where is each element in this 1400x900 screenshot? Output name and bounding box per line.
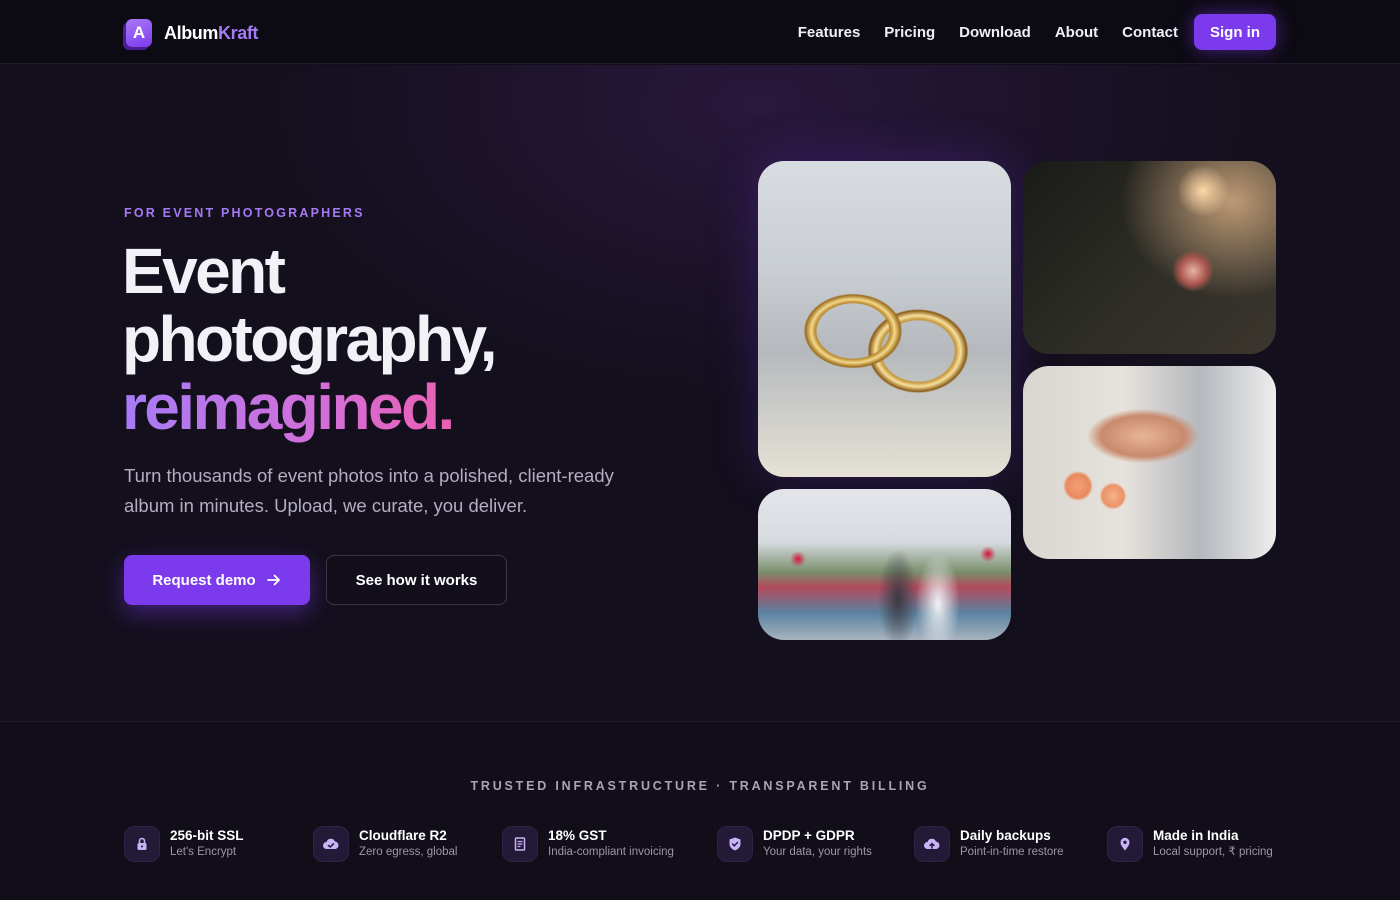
top-navbar: A AlbumKraft Features Pricing Download A… [0, 0, 1400, 64]
nav-link-pricing[interactable]: Pricing [884, 24, 935, 41]
badge-title: DPDP + GDPR [763, 828, 855, 843]
hero-section: FOR EVENT PHOTOGRAPHERS Event photograph… [0, 65, 1400, 721]
couple-hands-photo [1023, 366, 1276, 559]
badge-title: Made in India [1153, 828, 1239, 843]
badge-subtitle: Your data, your rights [763, 846, 872, 858]
see-how-it-works-button[interactable]: See how it works [326, 555, 507, 605]
hero-eyebrow: FOR EVENT PHOTOGRAPHERS [124, 206, 365, 220]
headline-accent: reimagined. [122, 371, 455, 443]
wedding-rings-photo [758, 161, 1011, 477]
lock-icon [124, 826, 160, 862]
badge-title: Daily backups [960, 828, 1051, 843]
brand-name-part2: Kraft [218, 22, 259, 43]
badge-subtitle: India-compliant invoicing [548, 846, 674, 858]
trust-badge-made-in-india: Made in India Local support, ₹ pricing [1107, 825, 1273, 863]
shield-check-icon [717, 826, 753, 862]
nav-link-download[interactable]: Download [959, 24, 1031, 41]
logo-mark-icon: A [126, 19, 152, 47]
arrow-right-icon [266, 574, 280, 586]
hero-subtitle: Turn thousands of event photos into a po… [124, 465, 614, 516]
headline-line-1: Event [122, 235, 286, 307]
request-demo-label: Request demo [152, 571, 256, 589]
badge-title: 256-bit SSL [170, 828, 244, 843]
brand-logo[interactable]: A AlbumKraft [126, 18, 258, 48]
nav-link-about[interactable]: About [1055, 24, 1098, 41]
trust-badge-cloudflare: Cloudflare R2 Zero egress, global [313, 825, 457, 863]
trust-badge-gst: 18% GST India-compliant invoicing [502, 825, 674, 863]
brand-name: AlbumKraft [164, 23, 258, 44]
nav-links: Features Pricing Download About Contact … [798, 14, 1276, 50]
badge-subtitle: Let's Encrypt [170, 846, 237, 858]
receipt-icon [502, 826, 538, 862]
hero-headline: Event photography, reimagined. [122, 237, 682, 441]
trust-badge-dpdp: DPDP + GDPR Your data, your rights [717, 825, 872, 863]
trust-badge-backups: Daily backups Point-in-time restore [914, 825, 1064, 863]
cloud-upload-icon [914, 826, 950, 862]
bridal-bouquet-photo [1023, 161, 1276, 354]
headline-line-2: photography, [122, 303, 498, 375]
badge-subtitle: Zero egress, global [359, 846, 458, 858]
badge-subtitle: Point-in-time restore [960, 846, 1064, 858]
nav-link-features[interactable]: Features [798, 24, 861, 41]
cloud-check-icon [313, 826, 349, 862]
badge-title: Cloudflare R2 [359, 828, 447, 843]
trust-section: TRUSTED INFRASTRUCTURE · TRANSPARENT BIL… [0, 721, 1400, 900]
badge-subtitle: Local support, ₹ pricing [1153, 846, 1273, 858]
sign-in-button[interactable]: Sign in [1194, 14, 1276, 50]
request-demo-button[interactable]: Request demo [124, 555, 310, 605]
outdoor-ceremony-photo [758, 489, 1011, 640]
brand-name-part1: Album [164, 22, 218, 43]
nav-link-contact[interactable]: Contact [1122, 24, 1178, 41]
trust-title: TRUSTED INFRASTRUCTURE · TRANSPARENT BIL… [470, 779, 930, 793]
badge-title: 18% GST [548, 828, 607, 843]
trust-badge-ssl: 256-bit SSL Let's Encrypt [124, 825, 244, 863]
map-pin-icon [1107, 826, 1143, 862]
